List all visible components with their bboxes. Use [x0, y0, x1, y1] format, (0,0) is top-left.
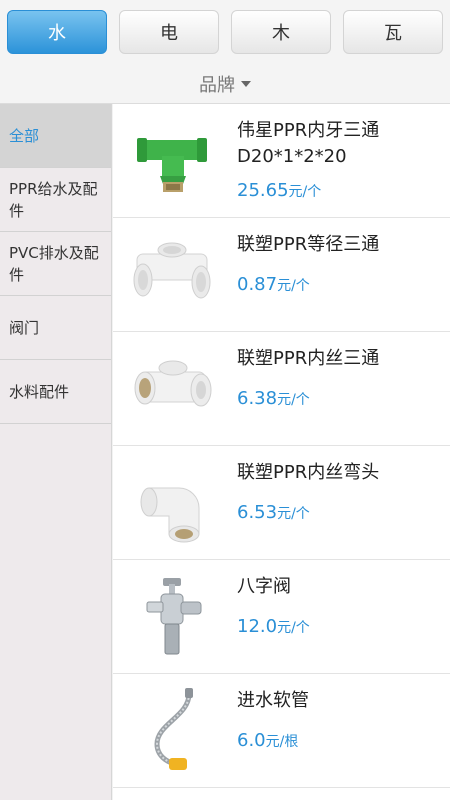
product-item[interactable]: 八字阀 12.0元/个: [113, 560, 450, 674]
product-price-value: 6.0: [237, 730, 266, 751]
caret-down-icon: [241, 80, 251, 87]
tab-water[interactable]: 水: [7, 10, 107, 54]
product-name: 进水软管: [237, 690, 309, 711]
sidebar-item-pvc-drain[interactable]: PVC排水及配件: [0, 232, 111, 296]
tab-tile[interactable]: 瓦: [343, 10, 443, 54]
product-info: 进水软管 6.0元/根: [237, 688, 442, 751]
product-item[interactable]: 联塑PPR内丝弯头 6.53元/个: [113, 446, 450, 560]
product-name: 八字阀: [237, 576, 291, 597]
product-item[interactable]: 伟星PPR内牙三通D20*1*2*20 25.65元/个: [113, 104, 450, 218]
product-price: 6.38元/个: [237, 388, 442, 409]
brand-filter[interactable]: 品牌: [199, 71, 251, 97]
water-hose-image: [154, 688, 193, 770]
ppr-threaded-elbow-image: [140, 487, 200, 543]
sidebar-item-valves[interactable]: 阀门: [0, 296, 111, 360]
product-info: 伟星PPR内牙三通D20*1*2*20 25.65元/个: [237, 118, 442, 201]
ppr-tee-green-image: [137, 138, 207, 192]
product-price-value: 6.38: [237, 388, 278, 409]
product-price-unit: 元/个: [277, 620, 310, 636]
category-tabs: 水 电 木 瓦: [0, 0, 450, 64]
product-info: 联塑PPR内丝三通 6.38元/个: [237, 346, 442, 409]
ppr-equal-tee-image: [133, 242, 211, 299]
product-price-unit: 元/个: [277, 392, 310, 408]
product-price-unit: 元/个: [277, 278, 310, 294]
product-price-value: 0.87: [237, 274, 278, 295]
product-price: 0.87元/个: [237, 274, 442, 295]
filter-bar: 品牌: [0, 64, 450, 104]
product-price-unit: 元/个: [277, 506, 310, 522]
sidebar-item-water-accessories[interactable]: 水料配件: [0, 360, 111, 424]
product-name: 联塑PPR等径三通: [237, 234, 380, 255]
product-list: 伟星PPR内牙三通D20*1*2*20 25.65元/个 联塑PPR等径三通 0…: [113, 104, 450, 800]
tab-electric[interactable]: 电: [119, 10, 219, 54]
product-price-value: 25.65: [237, 180, 289, 201]
product-item[interactable]: 联塑PPR等径三通 0.87元/个: [113, 218, 450, 332]
product-info: 八字阀 12.0元/个: [237, 574, 442, 637]
angle-valve-image: [146, 578, 202, 655]
product-name: 联塑PPR内丝弯头: [237, 462, 380, 483]
product-item[interactable]: 联塑PPR内丝三通 6.38元/个: [113, 332, 450, 446]
tab-wood[interactable]: 木: [231, 10, 331, 54]
product-price-unit: 元/个: [288, 184, 322, 200]
product-item[interactable]: 进水软管 6.0元/根: [113, 674, 450, 788]
product-info: 联塑PPR等径三通 0.87元/个: [237, 232, 442, 295]
product-price-value: 12.0: [237, 616, 278, 637]
product-info: 联塑PPR内丝弯头 6.53元/个: [237, 460, 442, 523]
sidebar-item-all[interactable]: 全部: [0, 104, 111, 168]
product-price: 25.65元/个: [237, 180, 442, 201]
product-price: 6.0元/根: [237, 730, 442, 751]
sidebar-item-ppr-supply[interactable]: PPR给水及配件: [0, 168, 111, 232]
ppr-threaded-tee-image: [134, 360, 212, 407]
product-name: 联塑PPR内丝三通: [237, 348, 380, 369]
product-price: 6.53元/个: [237, 502, 442, 523]
product-price-unit: 元/根: [265, 734, 299, 750]
product-price-value: 6.53: [237, 502, 278, 523]
brand-filter-label: 品牌: [199, 74, 235, 96]
product-price: 12.0元/个: [237, 616, 442, 637]
category-sidebar: 全部 PPR给水及配件 PVC排水及配件 阀门 水料配件: [0, 104, 112, 800]
product-name: 伟星PPR内牙三通D20*1*2*20: [237, 120, 380, 167]
